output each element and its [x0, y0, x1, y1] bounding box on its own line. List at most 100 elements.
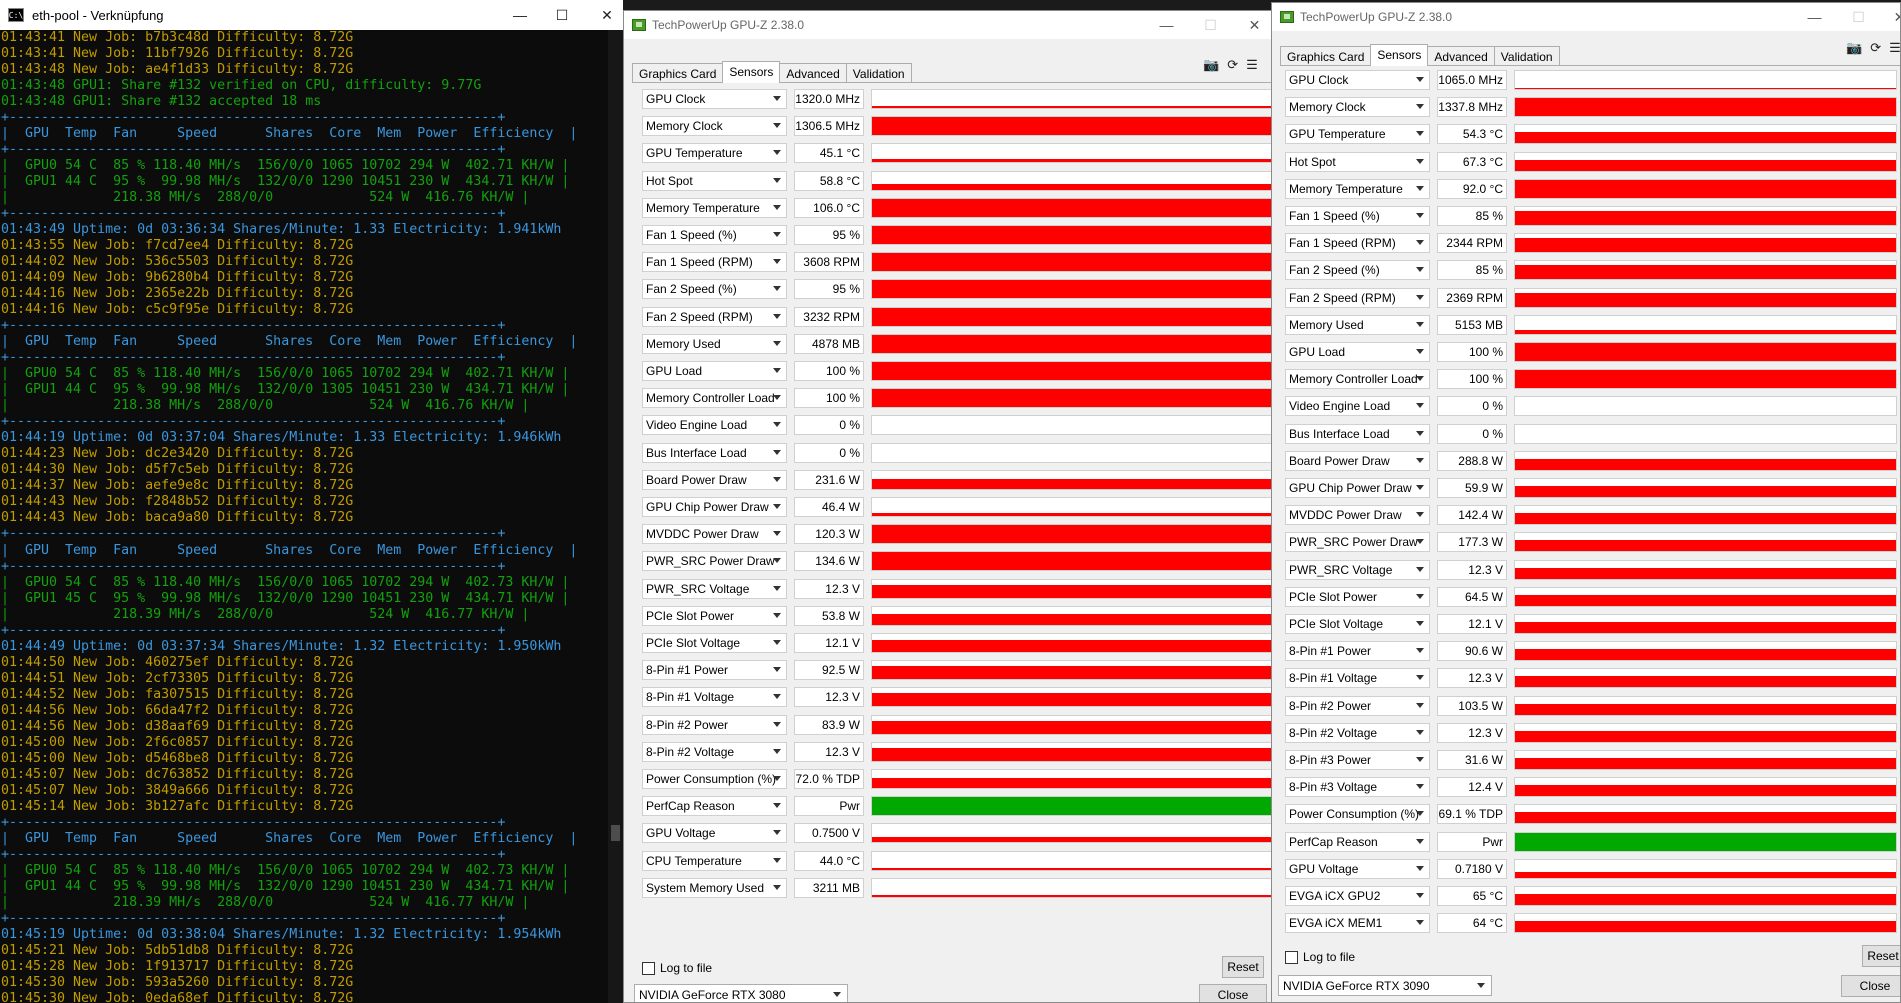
- sensor-label-dropdown[interactable]: 8-Pin #2 Voltage: [1285, 722, 1430, 743]
- reset-button[interactable]: Reset: [1222, 956, 1264, 978]
- sensor-label-dropdown[interactable]: Power Consumption (%): [642, 769, 787, 789]
- sensor-label-dropdown[interactable]: Fan 1 Speed (RPM): [642, 252, 787, 273]
- sensor-label-dropdown[interactable]: 8-Pin #1 Voltage: [642, 687, 787, 708]
- menu-icon[interactable]: ☰: [1889, 40, 1900, 56]
- gpu-select[interactable]: NVIDIA GeForce RTX 3080: [634, 984, 848, 1002]
- sensor-label-dropdown[interactable]: Video Engine Load: [642, 415, 787, 436]
- sensor-label-dropdown[interactable]: PCIe Slot Power: [1285, 586, 1430, 607]
- sensor-label-dropdown[interactable]: Board Power Draw: [1285, 450, 1430, 471]
- log-to-file[interactable]: Log to file: [1285, 950, 1355, 964]
- minimize-button[interactable]: —: [1792, 3, 1837, 31]
- close-button[interactable]: ✕: [1877, 3, 1900, 31]
- sensor-label-dropdown[interactable]: Video Engine Load: [1285, 396, 1430, 417]
- gpuz-titlebar[interactable]: TechPowerUp GPU-Z 2.38.0 — ☐ ✕: [624, 11, 1276, 39]
- sensor-label-dropdown[interactable]: GPU Clock: [1285, 70, 1430, 90]
- sensor-label-dropdown[interactable]: GPU Chip Power Draw: [1285, 478, 1430, 498]
- console-scrollbar[interactable]: [608, 30, 623, 1003]
- maximize-button[interactable]: ☐: [1188, 11, 1233, 39]
- sensor-label-dropdown[interactable]: 8-Pin #2 Power: [642, 714, 787, 735]
- sensor-label-dropdown[interactable]: Bus Interface Load: [1285, 423, 1430, 444]
- maximize-button[interactable]: ☐: [539, 0, 585, 30]
- reset-button[interactable]: Reset: [1862, 945, 1900, 967]
- sensor-label-dropdown[interactable]: GPU Voltage: [1285, 858, 1430, 879]
- tab-sensors[interactable]: Sensors: [1370, 44, 1429, 66]
- sensor-label-dropdown[interactable]: MVDDC Power Draw: [1285, 505, 1430, 526]
- sensor-label-dropdown[interactable]: GPU Temperature: [1285, 124, 1430, 145]
- sensor-label-dropdown[interactable]: GPU Clock: [642, 89, 787, 109]
- sensor-label-dropdown[interactable]: Power Consumption (%): [1285, 804, 1430, 825]
- sensor-label-dropdown[interactable]: 8-Pin #1 Voltage: [1285, 668, 1430, 689]
- sensor-label-dropdown[interactable]: Fan 2 Speed (%): [642, 279, 787, 300]
- sensor-label-dropdown[interactable]: EVGA iCX MEM1: [1285, 913, 1430, 934]
- chevron-down-icon: [773, 694, 781, 700]
- tab-advanced[interactable]: Advanced: [779, 63, 847, 83]
- sensor-label-dropdown[interactable]: PCIe Slot Power: [642, 605, 787, 626]
- sensor-label-dropdown[interactable]: Memory Temperature: [642, 197, 787, 218]
- sensor-label-dropdown[interactable]: Memory Used: [1285, 314, 1430, 335]
- sensor-label-dropdown[interactable]: System Memory Used: [642, 877, 787, 898]
- log-checkbox[interactable]: [1285, 950, 1298, 964]
- sensor-label-dropdown[interactable]: 8-Pin #2 Power: [1285, 695, 1430, 716]
- sensor-label-dropdown[interactable]: Fan 1 Speed (%): [1285, 206, 1430, 226]
- sensor-label-dropdown[interactable]: Fan 1 Speed (RPM): [1285, 233, 1430, 254]
- sensor-label-dropdown[interactable]: Memory Controller Load: [642, 388, 787, 409]
- sensor-label-dropdown[interactable]: PWR_SRC Voltage: [642, 578, 787, 599]
- sensor-label-dropdown[interactable]: GPU Load: [1285, 342, 1430, 362]
- scrollbar-thumb[interactable]: [611, 825, 620, 841]
- log-to-file[interactable]: Log to file: [642, 961, 712, 975]
- menu-icon[interactable]: ☰: [1246, 57, 1258, 73]
- maximize-button[interactable]: ☐: [1836, 3, 1881, 31]
- minimize-button[interactable]: —: [497, 0, 543, 30]
- sensor-label-dropdown[interactable]: 8-Pin #1 Power: [642, 660, 787, 681]
- tab-graphics-card[interactable]: Graphics Card: [1280, 46, 1372, 66]
- log-checkbox[interactable]: [642, 961, 655, 975]
- close-dialog-button[interactable]: Close: [1841, 975, 1900, 997]
- sensor-label-dropdown[interactable]: 8-Pin #1 Power: [1285, 641, 1430, 662]
- camera-icon[interactable]: 📷: [1203, 57, 1219, 73]
- sensor-label-dropdown[interactable]: GPU Chip Power Draw: [642, 497, 787, 517]
- tab-graphics-card[interactable]: Graphics Card: [632, 63, 724, 83]
- tab-sensors[interactable]: Sensors: [722, 61, 781, 83]
- refresh-icon[interactable]: ⟳: [1870, 40, 1881, 56]
- gpuz-titlebar[interactable]: TechPowerUp GPU-Z 2.38.0 — ☐ ✕: [1272, 3, 1900, 31]
- sensor-label-dropdown[interactable]: PWR_SRC Power Draw: [1285, 532, 1430, 553]
- sensor-label-dropdown[interactable]: Fan 2 Speed (RPM): [1285, 287, 1430, 308]
- sensor-label-dropdown[interactable]: Fan 1 Speed (%): [642, 225, 787, 245]
- tab-advanced[interactable]: Advanced: [1427, 46, 1495, 66]
- minimize-button[interactable]: —: [1144, 11, 1189, 39]
- sensor-label-dropdown[interactable]: MVDDC Power Draw: [642, 524, 787, 545]
- sensor-label-dropdown[interactable]: PerfCap Reason: [642, 796, 787, 817]
- sensor-label-dropdown[interactable]: Hot Spot: [642, 170, 787, 191]
- sensor-label-dropdown[interactable]: PWR_SRC Power Draw: [642, 551, 787, 572]
- sensor-label-dropdown[interactable]: Bus Interface Load: [642, 442, 787, 463]
- sensor-label-dropdown[interactable]: Memory Temperature: [1285, 178, 1430, 199]
- tab-validation[interactable]: Validation: [1493, 46, 1560, 66]
- sensor-label-dropdown[interactable]: Hot Spot: [1285, 151, 1430, 172]
- sensor-label-dropdown[interactable]: Board Power Draw: [642, 469, 787, 490]
- sensor-label-dropdown[interactable]: Memory Clock: [1285, 97, 1430, 118]
- sensor-label-dropdown[interactable]: PCIe Slot Voltage: [642, 633, 787, 653]
- sensor-label-dropdown[interactable]: Memory Clock: [642, 116, 787, 137]
- sensor-label-dropdown[interactable]: Memory Controller Load: [1285, 369, 1430, 390]
- sensor-label-dropdown[interactable]: Fan 2 Speed (RPM): [642, 306, 787, 327]
- sensor-label-dropdown[interactable]: 8-Pin #2 Voltage: [642, 741, 787, 762]
- close-button[interactable]: ✕: [584, 0, 623, 30]
- sensor-label-dropdown[interactable]: Memory Used: [642, 333, 787, 354]
- sensor-label-dropdown[interactable]: PCIe Slot Voltage: [1285, 614, 1430, 634]
- sensor-label-dropdown[interactable]: CPU Temperature: [642, 850, 787, 871]
- sensor-label-dropdown[interactable]: PWR_SRC Voltage: [1285, 559, 1430, 580]
- sensor-label-dropdown[interactable]: GPU Load: [642, 361, 787, 381]
- tab-validation[interactable]: Validation: [845, 63, 912, 83]
- close-dialog-button[interactable]: Close: [1199, 984, 1267, 1002]
- sensor-label-dropdown[interactable]: 8-Pin #3 Voltage: [1285, 777, 1430, 798]
- sensor-label-dropdown[interactable]: Fan 2 Speed (%): [1285, 260, 1430, 281]
- sensor-label-dropdown[interactable]: GPU Temperature: [642, 143, 787, 164]
- sensor-label-dropdown[interactable]: GPU Voltage: [642, 823, 787, 844]
- refresh-icon[interactable]: ⟳: [1227, 57, 1238, 73]
- console-titlebar[interactable]: C:\ eth-pool - Verknüpfung — ☐ ✕: [0, 0, 623, 30]
- gpu-select[interactable]: NVIDIA GeForce RTX 3090: [1278, 975, 1492, 996]
- sensor-label-dropdown[interactable]: EVGA iCX GPU2: [1285, 886, 1430, 906]
- sensor-label-dropdown[interactable]: PerfCap Reason: [1285, 831, 1430, 852]
- camera-icon[interactable]: 📷: [1846, 40, 1862, 56]
- sensor-label-dropdown[interactable]: 8-Pin #3 Power: [1285, 750, 1430, 770]
